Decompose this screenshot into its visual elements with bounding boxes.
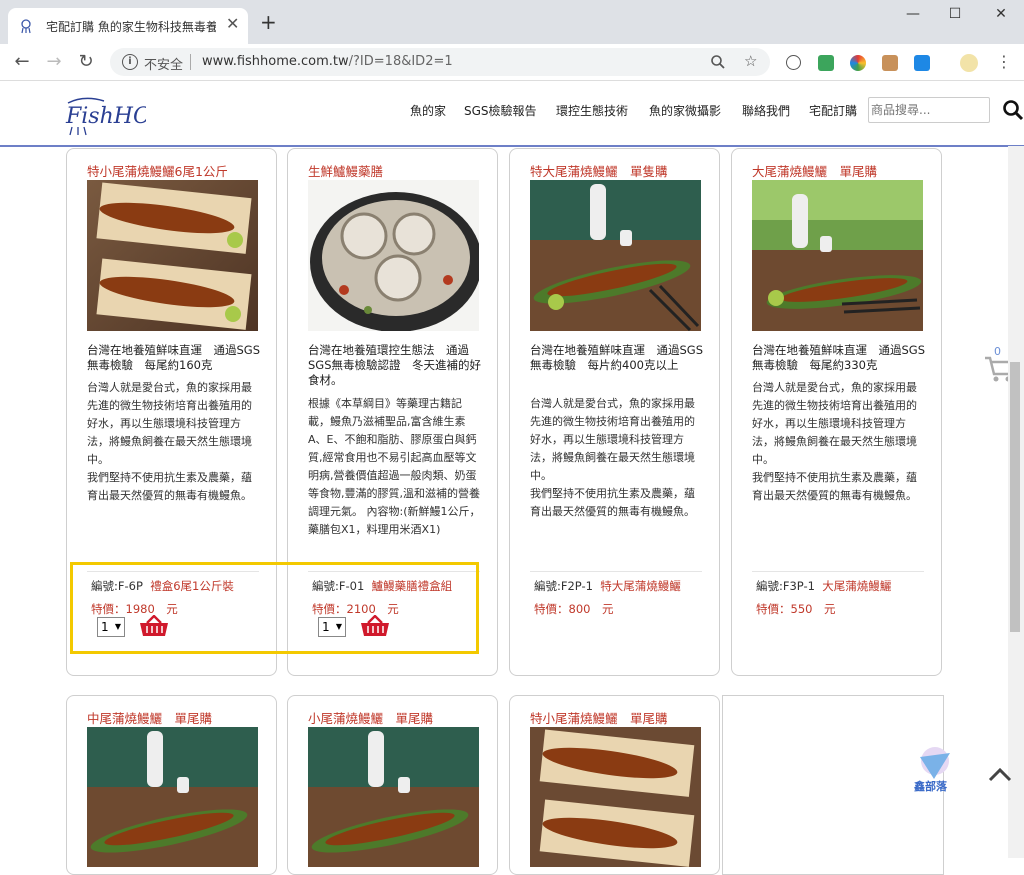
scroll-to-top-icon[interactable] [986, 764, 1014, 784]
fish-favicon-icon [21, 19, 31, 34]
close-window-button[interactable]: ✕ [986, 6, 1016, 26]
product-card: 大尾蒲燒鰻鱺 單尾購 台灣在地養殖鮮味直運 通過SGS無毒檢驗 每尾約330克 … [731, 148, 942, 676]
product-summary: 台灣在地養殖環控生態法 通過SGS無毒檢驗認證 冬天進補的好食材。 [308, 343, 482, 387]
url-domain: www.fishhome.com.tw [202, 54, 349, 69]
kebab-menu-icon[interactable]: ⋮ [996, 52, 1012, 71]
product-title[interactable]: 特小尾蒲燒鰻鱺 單尾購 [530, 708, 668, 727]
code-label: 編號:F2P-1 [534, 579, 593, 593]
product-price: 特價：800 元 [534, 602, 614, 616]
eel-product-image[interactable] [308, 727, 479, 867]
product-title[interactable]: 大尾蒲燒鰻鱺 單尾購 [752, 161, 877, 180]
sync-icon[interactable] [914, 55, 930, 71]
divider [190, 54, 191, 70]
svg-text:FishHOME: FishHOME [65, 104, 146, 129]
product-description: 根據《本草綱目》等藥理古籍記載，鰻魚乃滋補聖品,富含維生素A、E、不飽和脂肪、膠… [308, 397, 481, 536]
product-summary: 台灣在地養殖鮮味直運 通過SGS無毒檢驗 每尾約330克 [752, 343, 926, 372]
product-title[interactable]: 中尾蒲燒鰻鱺 單尾購 [87, 708, 212, 727]
puzzle-icon[interactable] [786, 55, 801, 70]
security-label: 不安全 [144, 58, 184, 73]
product-summary: 台灣在地養殖鮮味直運 通過SGS無毒檢驗 每尾約160克 [87, 343, 261, 372]
product-code: 編號:F3P-1 大尾蒲燒鰻鱺 [756, 578, 891, 594]
bookmark-star-icon[interactable]: ☆ [744, 52, 757, 70]
browser-tab[interactable]: 宅配訂購 魚的家生物科技無毒養 ✕ [8, 8, 248, 44]
product-code: 編號:F2P-1 特大尾蒲燒鰻鱺 [534, 578, 681, 594]
nav-sgs-report[interactable]: SGS檢驗報告 [464, 102, 537, 119]
maximize-button[interactable]: ☐ [940, 6, 970, 26]
product-description: 台灣人就是愛台式，魚的家採用最先進的微生物技術培育出養殖用的好水，再以生態環境科… [87, 381, 252, 502]
minimize-button[interactable]: — [898, 6, 928, 26]
nav-contact[interactable]: 聯絡我們 [742, 102, 790, 119]
product-card: 特小尾蒲燒鰻鱺 單尾購 [509, 695, 720, 875]
product-search-input[interactable] [868, 97, 990, 123]
back-arrow-icon[interactable]: ← [10, 50, 34, 74]
eel-product-image[interactable] [87, 180, 258, 331]
info-icon[interactable]: i [122, 54, 138, 70]
product-title[interactable]: 小尾蒲燒鰻鱺 單尾購 [308, 708, 433, 727]
fishhome-logo[interactable]: FishHOME [64, 91, 146, 137]
product-description: 台灣人就是愛台式，魚的家採用最先進的微生物技術培育出養殖用的好水，再以生態環境科… [752, 381, 917, 502]
color-icon[interactable] [850, 55, 866, 71]
product-price: 特價：550 元 [756, 602, 836, 616]
eel-product-image[interactable] [752, 180, 923, 331]
avatar-icon[interactable] [960, 54, 978, 72]
tab-strip: 宅配訂購 魚的家生物科技無毒養 ✕ + — ☐ ✕ [0, 0, 1024, 44]
face-icon[interactable] [882, 55, 898, 71]
mail-icon[interactable] [818, 55, 834, 71]
eel-soup-image[interactable] [308, 180, 479, 331]
tab-close-icon[interactable]: ✕ [226, 14, 239, 33]
eel-product-image[interactable] [530, 180, 701, 331]
product-card: 特大尾蒲燒鰻鱺 單隻購 台灣在地養殖鮮味直運 通過SGS無毒檢驗 每片約400克… [509, 148, 720, 676]
reload-icon[interactable]: ↻ [74, 50, 98, 74]
nav-order[interactable]: 宅配訂購 [809, 102, 857, 119]
nav-eco-tech[interactable]: 環控生態技術 [556, 102, 628, 119]
divider [530, 571, 702, 572]
nav-micro-photo[interactable]: 魚的家微攝影 [649, 102, 721, 119]
product-card: 小尾蒲燒鰻鱺 單尾購 [287, 695, 498, 875]
eel-product-image[interactable] [87, 727, 258, 867]
code-name: 特大尾蒲燒鰻鱺 [600, 579, 681, 593]
eel-product-image[interactable] [530, 727, 701, 867]
browser-toolbar: ← → ↻ i 不安全 www.fishhome.com.tw/?ID=18&I… [0, 44, 1024, 81]
url-text[interactable]: www.fishhome.com.tw/?ID=18&ID2=1 [202, 54, 453, 69]
url-path: /?ID=18&ID2=1 [348, 54, 453, 69]
product-card: 中尾蒲燒鰻鱺 單尾購 [66, 695, 277, 875]
site-header: FishHOME 魚的家 SGS檢驗報告 環控生態技術 魚的家微攝影 聯絡我們 … [0, 81, 1024, 147]
code-name: 大尾蒲燒鰻鱺 [822, 579, 892, 593]
product-title[interactable]: 生鮮鱸鰻藥膳 [308, 161, 383, 180]
scrollbar-thumb[interactable] [1010, 362, 1020, 632]
divider [752, 571, 924, 572]
address-bar[interactable]: i 不安全 www.fishhome.com.tw/?ID=18&ID2=1 ☆ [110, 48, 770, 76]
search-icon[interactable] [1002, 99, 1024, 121]
product-title[interactable]: 特大尾蒲燒鰻鱺 單隻購 [530, 161, 668, 180]
zoom-search-icon[interactable] [710, 54, 726, 70]
product-summary: 台灣在地養殖鮮味直運 通過SGS無毒檢驗 每片約400克以上 [530, 343, 704, 372]
product-description: 台灣人就是愛台式，魚的家採用最先進的微生物技術培育出養殖用的好水，再以生態環境科… [530, 397, 695, 518]
watermark-text: 鑫部落 [914, 780, 947, 793]
highlight-box [70, 562, 479, 654]
new-tab-button[interactable]: + [260, 12, 277, 32]
product-title[interactable]: 特小尾蒲燒鰻鱺6尾1公斤 [87, 161, 228, 180]
code-label: 編號:F3P-1 [756, 579, 815, 593]
nav-fishhome[interactable]: 魚的家 [410, 102, 446, 119]
tab-title: 宅配訂購 魚的家生物科技無毒養 [46, 20, 216, 34]
forward-arrow-icon[interactable]: → [42, 50, 66, 74]
